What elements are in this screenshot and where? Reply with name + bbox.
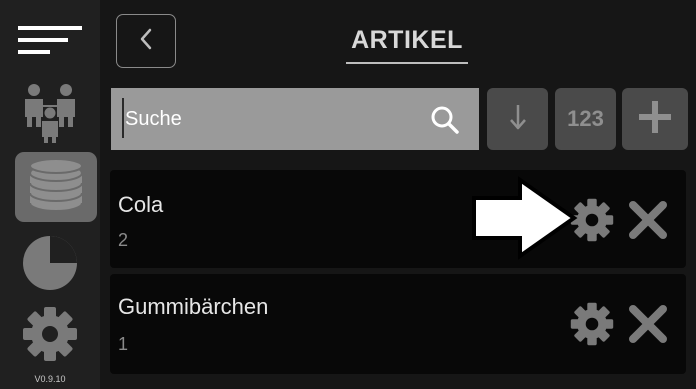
gear-icon[interactable]: [0, 302, 100, 366]
add-item-button[interactable]: [622, 88, 688, 150]
item-count: 1: [118, 334, 129, 354]
sidebar: V0.9.10: [0, 0, 100, 389]
title-underline: [346, 62, 468, 64]
sort-down-icon: [509, 103, 527, 136]
page-title: ARTIKEL: [351, 26, 463, 54]
menu-icon[interactable]: [0, 18, 100, 64]
pie-chart-icon[interactable]: [0, 232, 100, 294]
search-icon[interactable]: [424, 100, 466, 140]
list-item[interactable]: Cola 2: [110, 170, 686, 268]
close-icon[interactable]: [624, 300, 672, 348]
back-button[interactable]: [116, 14, 176, 68]
gear-icon[interactable]: [568, 300, 616, 348]
number-sort-button[interactable]: 123: [555, 88, 616, 150]
gear-icon[interactable]: [568, 196, 616, 244]
search-input[interactable]: [119, 94, 419, 144]
sort-button[interactable]: [487, 88, 548, 150]
plus-icon: [638, 100, 672, 139]
database-icon: [28, 157, 84, 218]
item-name: Gummibärchen: [118, 294, 269, 319]
list-item[interactable]: Gummibärchen 1: [110, 274, 686, 374]
app-version: V0.9.10: [34, 374, 66, 384]
sidebar-item-articles[interactable]: [15, 152, 97, 222]
text-caret: [122, 98, 124, 138]
close-icon[interactable]: [624, 196, 672, 244]
item-count: 2: [118, 230, 129, 250]
back-chevron-icon: [139, 28, 153, 55]
persons-icon[interactable]: [0, 82, 100, 144]
item-name: Cola: [118, 192, 164, 217]
